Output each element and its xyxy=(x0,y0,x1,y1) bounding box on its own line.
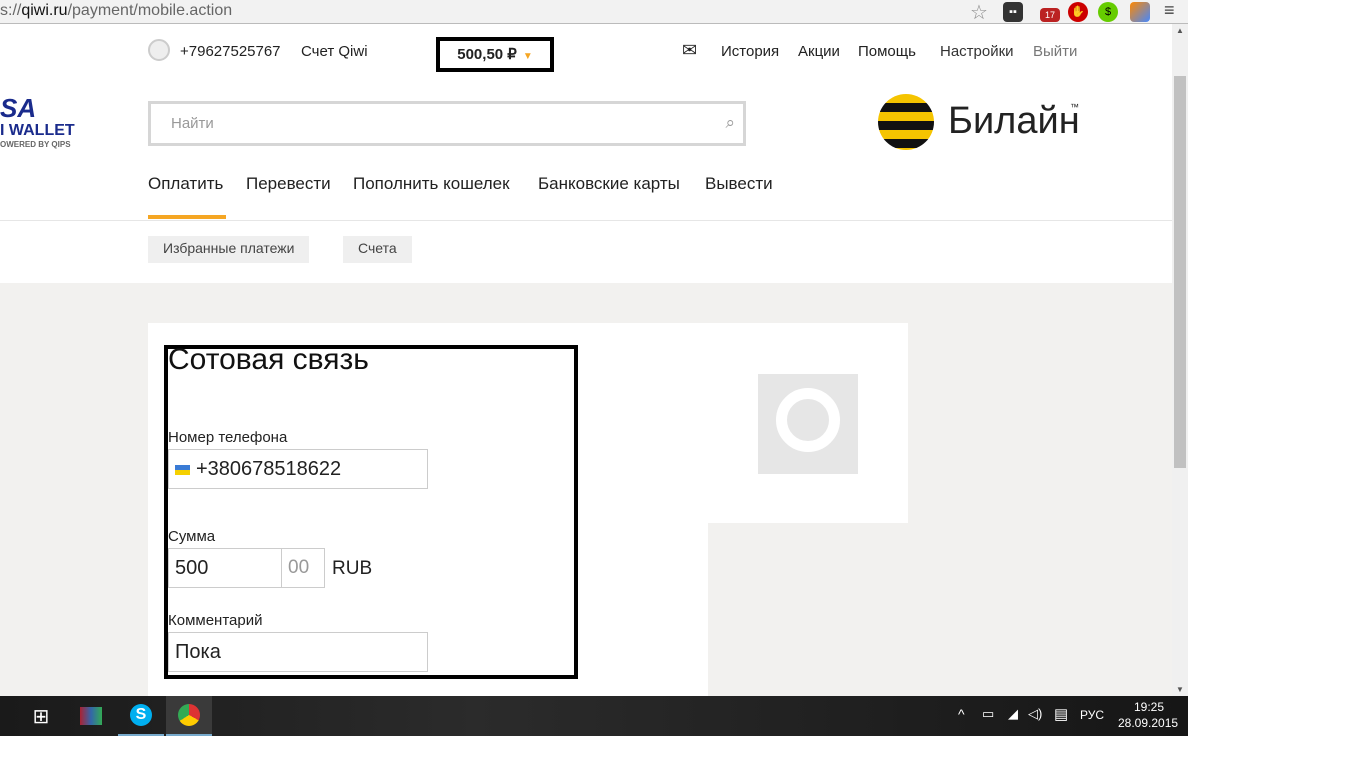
user-phone[interactable]: +79627525767 xyxy=(180,43,281,60)
notifications-icon[interactable]: ▤ xyxy=(1054,705,1068,723)
battery-icon[interactable]: ▭ xyxy=(982,706,994,722)
nav-topup[interactable]: Пополнить кошелек xyxy=(353,174,510,194)
form-title: Сотовая связь xyxy=(168,343,369,376)
active-tab-indicator xyxy=(148,215,226,219)
logo-line3: OWERED BY QIPS xyxy=(0,140,71,149)
scrollbar-thumb[interactable] xyxy=(1174,76,1186,468)
clock-date[interactable]: 28.09.2015 xyxy=(1118,716,1178,730)
nav-withdraw[interactable]: Вывести xyxy=(705,174,773,194)
extension-badge[interactable]: 17 xyxy=(1040,8,1060,22)
phone-label: Номер телефона xyxy=(168,429,288,446)
avatar[interactable] xyxy=(148,39,170,61)
menu-icon[interactable]: ≡ xyxy=(1164,0,1175,21)
search-placeholder: Найти xyxy=(171,115,214,132)
tab-bills[interactable]: Счета xyxy=(343,236,412,263)
page: +79627525767 Счет Qiwi 500,50 ₽ ▼ ✉ Истор… xyxy=(0,24,1172,696)
nav-pay[interactable]: Оплатить xyxy=(148,174,223,194)
currency: RUB xyxy=(332,558,373,579)
history-link[interactable]: История xyxy=(721,43,779,60)
nav-cards[interactable]: Банковские карты xyxy=(538,174,680,194)
tab-favorites[interactable]: Избранные платежи xyxy=(148,236,310,263)
qiwi-q-icon xyxy=(776,388,840,452)
phone-value: +380678518622 xyxy=(196,458,342,480)
browser-toolbar: s://qiwi.ru/payment/mobile.action ☆ ▪▪ 1… xyxy=(0,0,1188,24)
address-bar[interactable]: s://qiwi.ru/payment/mobile.action xyxy=(0,2,232,20)
brand-tm: ™ xyxy=(1070,102,1079,112)
logout-link[interactable]: Выйти xyxy=(1033,43,1077,60)
search-icon[interactable]: ⌕ xyxy=(725,113,735,133)
balance-value: 500,50 ₽ xyxy=(457,46,517,63)
visa-qiwi-logo[interactable]: SA I WALLET OWERED BY QIPS xyxy=(0,94,75,149)
mail-icon[interactable]: ✉ xyxy=(682,40,697,61)
extension-dollar-icon[interactable]: $ xyxy=(1098,2,1118,22)
sum-value: 500 xyxy=(175,557,209,579)
extension-color-icon[interactable] xyxy=(1130,2,1150,22)
divider xyxy=(0,220,1172,221)
phone-field[interactable]: +380678518622 xyxy=(168,449,428,489)
url-scheme: s:// xyxy=(0,2,22,19)
settings-link[interactable]: Настройки xyxy=(940,43,1014,60)
url-host: qiwi.ru xyxy=(21,2,68,19)
extension-icon[interactable]: ▪▪ xyxy=(1003,2,1023,22)
chevron-down-icon: ▼ xyxy=(522,51,533,62)
payment-form: Сотовая связь Номер телефона +3806785186… xyxy=(164,343,578,679)
cents-value: 00 xyxy=(288,557,310,578)
promo-link[interactable]: Акции xyxy=(798,43,840,60)
comment-value: Пока xyxy=(175,641,221,663)
comment-field[interactable]: Пока xyxy=(168,632,428,672)
skype-icon[interactable]: S xyxy=(118,696,164,736)
payment-card: Сотовая связь Номер телефона +3806785186… xyxy=(148,323,908,696)
header: +79627525767 Счет Qiwi 500,50 ₽ ▼ ✉ Истор… xyxy=(0,24,1172,283)
card-gap xyxy=(708,523,908,696)
volume-icon[interactable]: ◁) xyxy=(1028,706,1042,722)
windows-start-icon[interactable]: ⊞ xyxy=(18,696,64,736)
account-link[interactable]: Счет Qiwi xyxy=(301,43,368,60)
bookmark-star-icon[interactable]: ☆ xyxy=(970,0,988,25)
balance-dropdown[interactable]: 500,50 ₽ ▼ xyxy=(436,37,554,72)
tray-expand-icon[interactable]: ^ xyxy=(958,706,965,722)
ukraine-flag-icon xyxy=(175,465,190,475)
logo-line1: SA xyxy=(0,93,37,123)
adblock-icon[interactable]: ✋ xyxy=(1068,2,1088,22)
cents-field[interactable]: 00 xyxy=(281,548,325,588)
qiwi-provider-logo xyxy=(758,374,858,474)
scrollbar[interactable]: ▲ ▼ xyxy=(1172,24,1188,696)
sum-field[interactable]: 500 xyxy=(168,548,282,588)
sum-label: Сумма xyxy=(168,528,216,545)
wifi-icon[interactable]: ◢ xyxy=(1008,706,1018,722)
nav-transfer[interactable]: Перевести xyxy=(246,174,331,194)
search-input[interactable]: Найти ⌕ xyxy=(148,101,746,146)
chrome-icon[interactable] xyxy=(166,696,212,736)
scroll-up-icon[interactable]: ▲ xyxy=(1176,26,1184,35)
clock-time[interactable]: 19:25 xyxy=(1134,700,1164,714)
scroll-down-icon[interactable]: ▼ xyxy=(1176,685,1184,694)
help-link[interactable]: Помощь xyxy=(858,43,916,60)
beeline-logo-icon xyxy=(878,94,934,150)
url-path: /payment/mobile.action xyxy=(67,2,233,19)
winrar-icon[interactable] xyxy=(68,696,114,736)
language-indicator[interactable]: РУС xyxy=(1080,708,1104,722)
comment-label: Комментарий xyxy=(168,612,263,629)
logo-line2: I WALLET xyxy=(0,122,75,139)
brand-name: Билайн xyxy=(948,100,1080,142)
taskbar: ⊞ S ^ ▭ ◢ ◁) ▤ РУС 19:25 28.09.2015 xyxy=(0,696,1188,736)
